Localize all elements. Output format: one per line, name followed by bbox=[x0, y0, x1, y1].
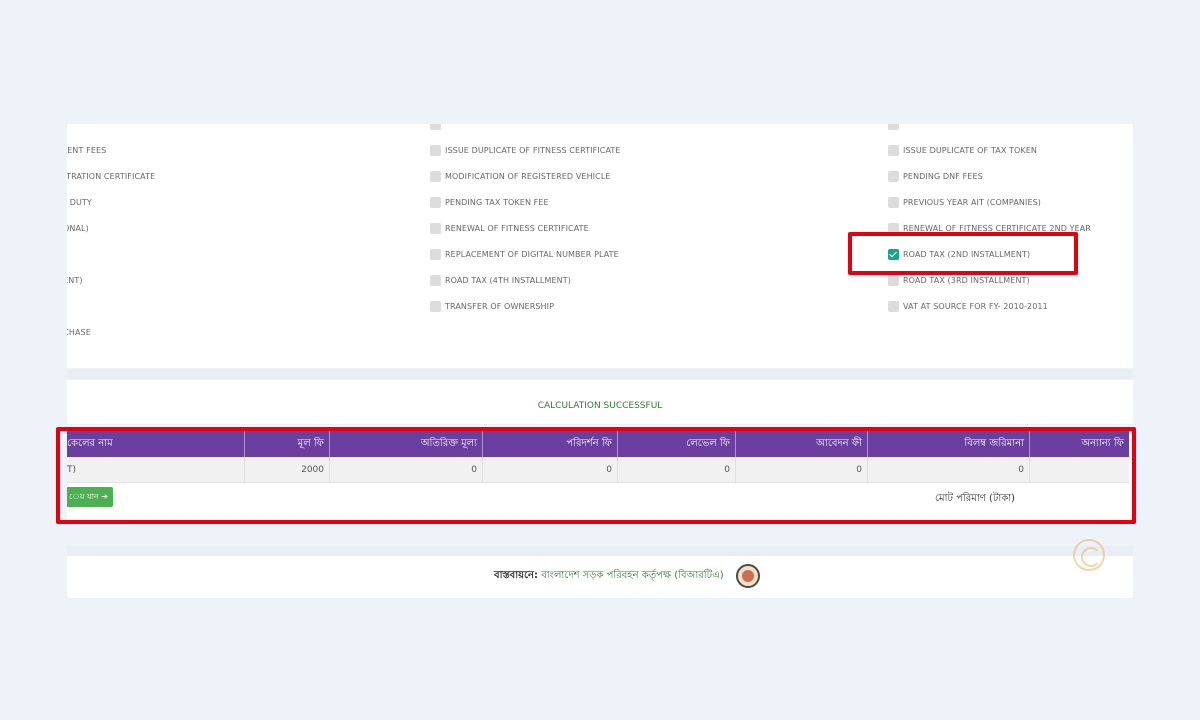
section-divider bbox=[67, 546, 1133, 556]
fee-checkbox-label: ISSUE DUPLICATE OF TAX TOKEN bbox=[903, 145, 1038, 155]
calculation-status: CALCULATION SUCCESSFUL bbox=[537, 401, 663, 411]
fee-checkbox-label: ERSONAL) bbox=[67, 223, 89, 233]
fee-checkbox-label: PURCHASE bbox=[67, 327, 91, 337]
fee-checkbox-item[interactable]: PREVIOUS YEAR AIT (COMPANIES) bbox=[888, 189, 1041, 215]
fee-checkbox-label: TARY DUTY bbox=[67, 197, 92, 207]
cell-inspection-fee: 0 bbox=[483, 457, 618, 483]
fee-table: কেলের নাম মূল ফি অতিরিক্ত মূল্য পরিদর্শন… bbox=[67, 430, 1133, 520]
checkbox[interactable] bbox=[430, 300, 441, 312]
fee-checkbox-item[interactable]: VAT AT SOURCE FOR FY- 2010-2011 bbox=[888, 293, 1048, 319]
fee-checkbox-label: PENDING TAX TOKEN FEE bbox=[445, 197, 549, 207]
fee-checkbox-item[interactable]: TARY DUTY bbox=[67, 189, 92, 215]
checkbox[interactable] bbox=[888, 300, 899, 312]
checkbox[interactable] bbox=[430, 248, 441, 260]
checkbox[interactable] bbox=[888, 144, 899, 156]
checkbox[interactable] bbox=[430, 170, 441, 182]
cell-other-fee bbox=[1030, 457, 1129, 483]
column-header-application-fee: আবেদন ফী bbox=[736, 430, 868, 457]
next-button[interactable]: েয় যান ➔ bbox=[67, 487, 113, 507]
fee-checklist-panel: RIEMENT FEES EGISTRATION CERTIFICATE TARY … bbox=[67, 124, 1133, 368]
footer-credit: বাস্তবায়নে: বাংলাদেশ সড়ক পরিবহন কর্তৃপ… bbox=[494, 568, 724, 585]
fee-checkbox-item[interactable]: ROAD TAX (4TH INSTALLMENT) bbox=[430, 267, 571, 293]
fee-checkbox-item[interactable]: ISSUE DUPLICATE OF FITNESS CERTIFICATE bbox=[430, 137, 621, 163]
fee-checkbox-item[interactable]: RIEMENT FEES bbox=[67, 137, 106, 163]
fee-checkbox-item[interactable]: ROAD TAX (2ND INSTALLMENT) bbox=[888, 241, 1030, 267]
fee-checkbox-item[interactable]: TRANSFER OF OWNERSHIP bbox=[430, 293, 554, 319]
checkbox[interactable] bbox=[430, 124, 441, 130]
fee-checkbox-label: MODIFICATION OF REGISTERED VEHICLE bbox=[445, 171, 611, 181]
fee-checkbox-label: ROAD TAX (3RD INSTALLMENT) bbox=[903, 275, 1030, 285]
fee-checkbox-item[interactable]: ERSONAL) bbox=[67, 215, 89, 241]
fee-checkbox-label: ISSUE DUPLICATE OF FITNESS CERTIFICATE bbox=[445, 145, 621, 155]
table-row: T) 2000 0 0 0 0 0 bbox=[67, 457, 1129, 483]
watermark-logo-icon bbox=[1073, 539, 1105, 571]
fee-checkbox-item[interactable]: PENDING TAX TOKEN FEE bbox=[430, 189, 549, 215]
fee-checkbox-item[interactable]: LLMENT) bbox=[67, 267, 83, 293]
fee-checkbox-label: EGISTRATION CERTIFICATE bbox=[67, 171, 156, 181]
cell-late-fine: 0 bbox=[868, 457, 1030, 483]
checkbox[interactable] bbox=[888, 124, 899, 130]
cell-fee-name: T) bbox=[67, 457, 245, 483]
cell-base-fee: 2000 bbox=[245, 457, 330, 483]
column-header-additional-price: অতিরিক্ত মূল্য bbox=[330, 430, 483, 457]
fee-checkbox-item[interactable]: REPLACEMENT OF DIGITAL NUMBER PLATE bbox=[430, 241, 619, 267]
implemented-by-label: বাস্তবায়নে: bbox=[494, 570, 538, 581]
fee-checkbox-label: LLMENT) bbox=[67, 275, 83, 285]
brta-logo-icon bbox=[736, 564, 760, 588]
fee-checkbox-label: RENEWAL OF FITNESS CERTIFICATE 2ND YEAR bbox=[903, 223, 1092, 233]
checkbox[interactable] bbox=[888, 170, 899, 182]
fee-checkbox-label: REPLACEMENT OF DIGITAL NUMBER PLATE bbox=[445, 249, 619, 259]
cell-level-fee: 0 bbox=[618, 457, 736, 483]
checkbox[interactable] bbox=[430, 274, 441, 286]
footer-organization-link[interactable]: বাংলাদেশ সড়ক পরিবহন কর্তৃপক্ষ (বিআরটিএ) bbox=[541, 570, 723, 581]
column-header-other-fee: অন্যান্য ফি bbox=[1081, 438, 1124, 449]
total-amount-label: মোট পরিমাণ (টাকা) bbox=[935, 493, 1016, 504]
fee-checkbox-label: PENDING DNF FEES bbox=[903, 171, 983, 181]
checkbox[interactable] bbox=[888, 196, 899, 208]
fee-checkbox-item[interactable]: ISSUE DUPLICATE OF TAX TOKEN bbox=[888, 137, 1037, 163]
column-header-inspection-fee: পরিদর্শন ফি bbox=[483, 430, 618, 457]
fee-checkbox-item[interactable]: RENEWAL OF FITNESS CERTIFICATE 2ND YEAR bbox=[888, 215, 1091, 241]
section-divider bbox=[67, 369, 1133, 379]
fee-checkbox-item[interactable]: EGISTRATION CERTIFICATE bbox=[67, 163, 155, 189]
checkbox[interactable] bbox=[430, 196, 441, 208]
checkbox-checked-icon[interactable] bbox=[888, 248, 899, 260]
fee-checkbox-item[interactable] bbox=[888, 124, 903, 137]
checkbox[interactable] bbox=[430, 222, 441, 234]
fee-table-header: কেলের নাম মূল ফি অতিরিক্ত মূল্য পরিদর্শন… bbox=[67, 430, 1129, 457]
column-header-late-fine: বিলম্ব জরিমানা bbox=[868, 430, 1030, 457]
fee-checkbox-item[interactable]: PURCHASE bbox=[67, 319, 91, 345]
checkbox[interactable] bbox=[430, 144, 441, 156]
calculation-result-panel: CALCULATION SUCCESSFUL bbox=[67, 380, 1133, 424]
column-header-level-fee: লেভেল ফি bbox=[618, 430, 736, 457]
fee-checkbox-label: PREVIOUS YEAR AIT (COMPANIES) bbox=[903, 197, 1042, 207]
checkbox[interactable] bbox=[888, 222, 899, 234]
fee-checkbox-label: RIEMENT FEES bbox=[67, 145, 107, 155]
fee-checkbox-item[interactable]: RENEWAL OF FITNESS CERTIFICATE bbox=[430, 215, 589, 241]
cell-application-fee: 0 bbox=[736, 457, 868, 483]
checkbox[interactable] bbox=[888, 274, 899, 286]
fee-checkbox-item[interactable]: PENDING DNF FEES bbox=[888, 163, 983, 189]
fee-checkbox-label: ROAD TAX (4TH INSTALLMENT) bbox=[445, 275, 571, 285]
fee-checkbox-item[interactable] bbox=[430, 124, 445, 137]
fee-checkbox-label: TRANSFER OF OWNERSHIP bbox=[445, 301, 555, 311]
fee-checkbox-item[interactable]: ROAD TAX (3RD INSTALLMENT) bbox=[888, 267, 1030, 293]
column-header-fee-name: কেলের নাম bbox=[67, 430, 245, 457]
footer: বাস্তবায়নে: বাংলাদেশ সড়ক পরিবহন কর্তৃপ… bbox=[67, 556, 1133, 598]
column-header-base-fee: মূল ফি bbox=[245, 430, 330, 457]
fee-checkbox-label: RENEWAL OF FITNESS CERTIFICATE bbox=[445, 223, 589, 233]
fee-checkbox-label: VAT AT SOURCE FOR FY- 2010-2011 bbox=[903, 301, 1048, 311]
cell-additional-price: 0 bbox=[330, 457, 483, 483]
fee-checkbox-label: ROAD TAX (2ND INSTALLMENT) bbox=[903, 249, 1031, 259]
fee-checkbox-item[interactable]: MODIFICATION OF REGISTERED VEHICLE bbox=[430, 163, 611, 189]
